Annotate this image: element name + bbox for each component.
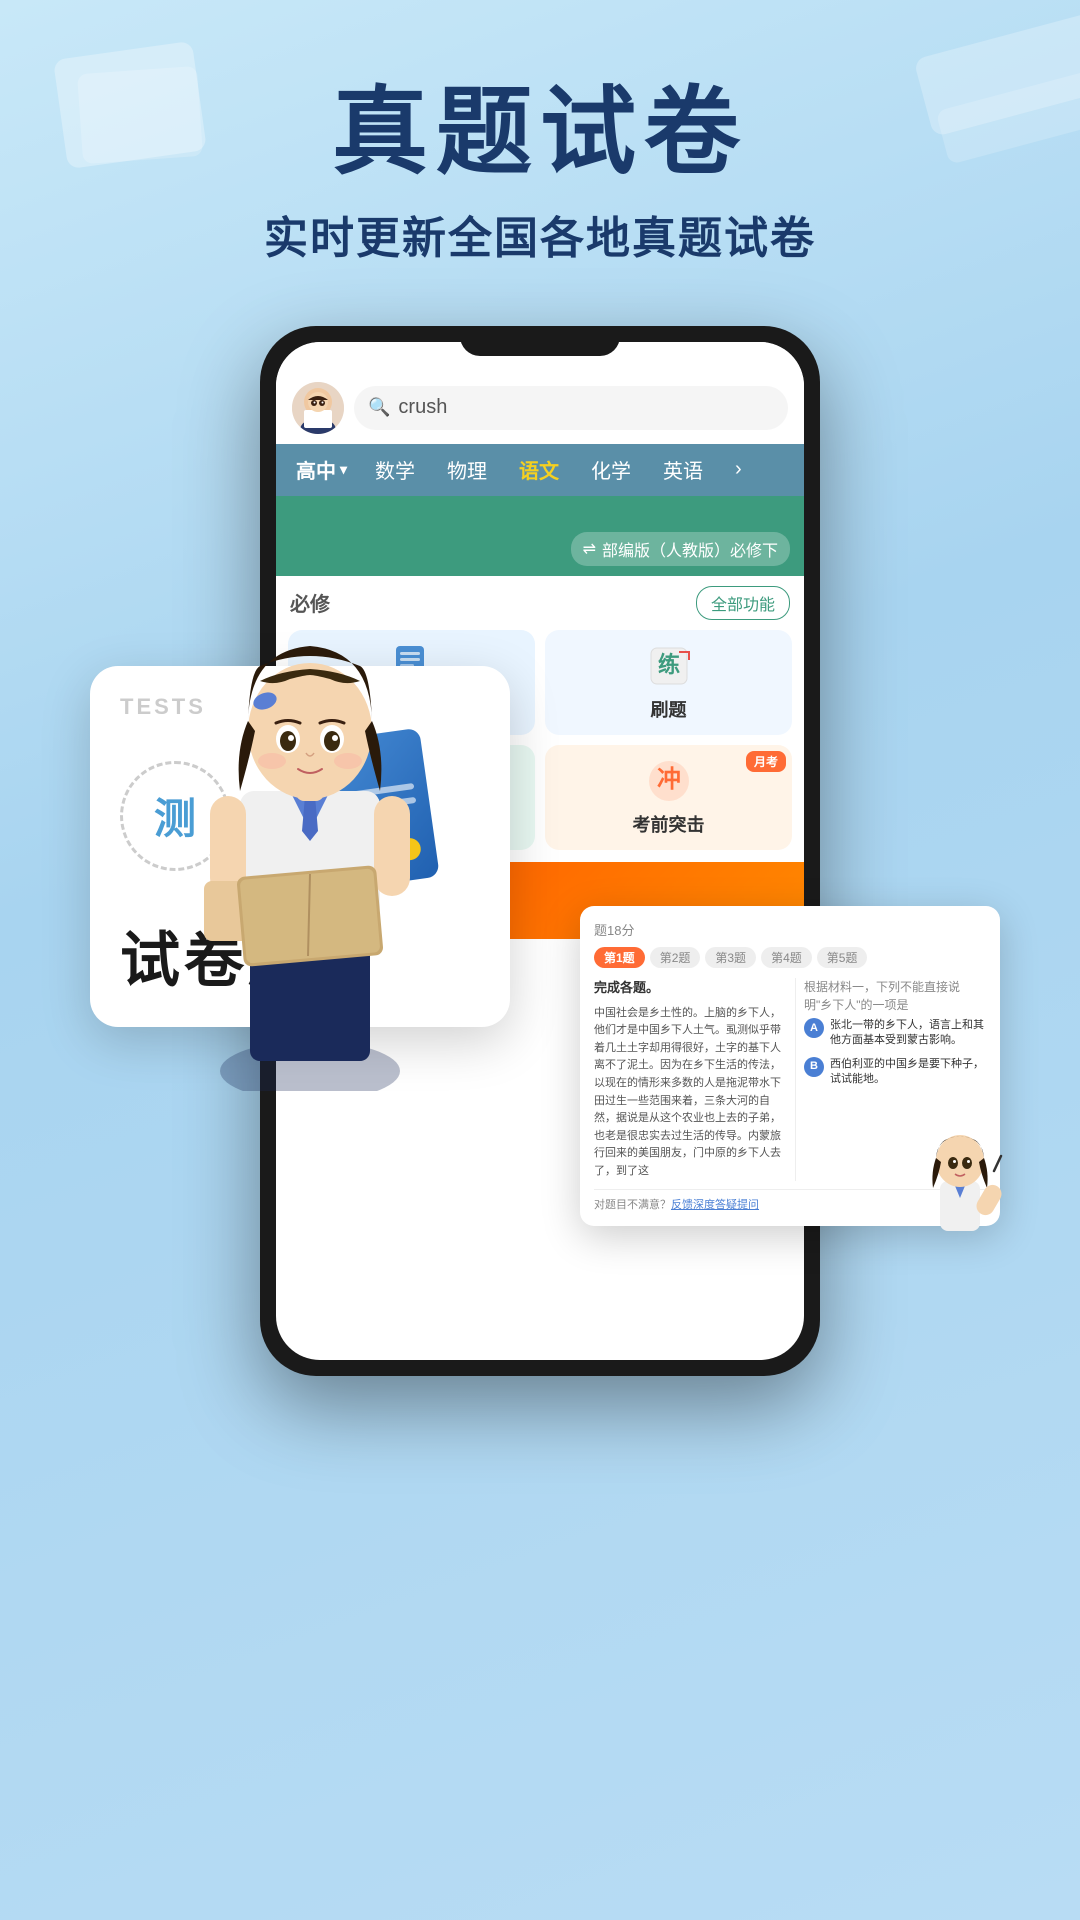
step-4-tab[interactable]: 第4题 xyxy=(761,947,812,968)
step-3-tab[interactable]: 第3题 xyxy=(705,947,756,968)
grade-label: 高中 xyxy=(296,455,336,484)
hero-subtitle: 实时更新全国各地真题试卷 xyxy=(0,202,1080,266)
func-header: 必修 全部功能 xyxy=(276,576,804,630)
answer-a-text: 张北一带的乡下人，语言上和其他方面基本受到蒙古影响。 xyxy=(830,1018,986,1049)
exam-prep-icon: 冲 xyxy=(645,757,693,805)
green-section: ⇌ 部编版（人教版）必修下 xyxy=(276,496,804,576)
svg-text:练: 练 xyxy=(657,652,679,677)
screen-header: 🔍 crush xyxy=(276,342,804,444)
answer-b-row: B 西伯利亚的中国乡是要下种子，试试能地。 xyxy=(804,1057,986,1088)
ce-circle: 测 xyxy=(120,761,230,871)
avatar[interactable] xyxy=(292,382,344,434)
monthly-exam-tag: 月考 xyxy=(746,751,786,772)
book-lines xyxy=(311,783,420,839)
card-main-label: 试卷库 xyxy=(120,912,480,999)
textbook-switch-icon: ⇌ xyxy=(583,539,596,559)
instruction-label: 完成各题。 xyxy=(594,978,785,999)
answer-a-letter: A xyxy=(804,1018,824,1038)
subject-more[interactable]: › xyxy=(719,444,758,496)
search-icon: 🔍 xyxy=(368,397,390,418)
subject-english[interactable]: 英语 xyxy=(647,444,719,496)
exam-prep-label: 考前突击 xyxy=(633,811,705,837)
tests-label: TESTS xyxy=(120,694,480,720)
score-label: 题18分 xyxy=(594,920,634,939)
textbook-badge[interactable]: ⇌ 部编版（人教版）必修下 xyxy=(571,532,790,566)
ce-text: 测 xyxy=(154,785,196,846)
book-dot-2 xyxy=(397,836,422,861)
blue-book xyxy=(290,727,440,894)
passage-text: 中国社会是乡土性的。上脑的乡下人，他们才是中国乡下人土气。虱测似乎带着几土土字却… xyxy=(594,1005,785,1181)
grade-selector[interactable]: 高中 ▾ xyxy=(284,455,359,484)
all-functions-button[interactable]: 全部功能 xyxy=(696,586,790,620)
doc-header: 题18分 xyxy=(594,920,986,939)
exam-prep-card[interactable]: 月考 冲 考前突击 xyxy=(545,745,792,850)
card-book-area: 测 xyxy=(120,736,480,896)
book-visual xyxy=(250,736,430,896)
search-text: crush xyxy=(398,396,447,419)
subject-chemistry[interactable]: 化学 xyxy=(575,444,647,496)
step-tabs: 第1题 第2题 第3题 第4题 第5题 xyxy=(594,947,986,968)
document-overlay: 题18分 第1题 第2题 第3题 第4题 第5题 完成各题。 中国社会是乡土性的… xyxy=(580,906,1000,1226)
subject-nav: 高中 ▾ 数学 物理 语文 化学 英语 › xyxy=(276,444,804,496)
textbook-label: 部编版（人教版）必修下 xyxy=(602,537,778,561)
svg-text:冲: 冲 xyxy=(657,766,681,793)
card-overlay: TESTS 测 试卷库 xyxy=(90,666,510,1027)
hero-section: 真题试卷 实时更新全国各地真题试卷 xyxy=(0,0,1080,296)
phone-notch xyxy=(460,326,620,356)
answer-b-letter: B xyxy=(804,1057,824,1077)
book-dot-1 xyxy=(301,751,326,776)
ai-tutor-character xyxy=(915,1116,1005,1256)
subject-physics[interactable]: 物理 xyxy=(431,444,503,496)
question-label: 根据材料一，下列不能直接说明"乡下人"的一项是 xyxy=(804,978,986,1014)
phone-container: TESTS 测 试卷库 xyxy=(130,326,950,1376)
drill-label: 刷题 xyxy=(651,696,687,722)
hero-title: 真题试卷 xyxy=(0,80,1080,186)
answer-a-row: A 张北一带的乡下人，语言上和其他方面基本受到蒙古影响。 xyxy=(804,1018,986,1049)
grade-chevron-icon: ▾ xyxy=(340,461,347,478)
step-1-tab[interactable]: 第1题 xyxy=(594,947,645,968)
answer-b-text: 西伯利亚的中国乡是要下种子，试试能地。 xyxy=(830,1057,986,1088)
subject-chinese[interactable]: 语文 xyxy=(503,444,575,496)
doc-left-panel: 完成各题。 中国社会是乡土性的。上脑的乡下人，他们才是中国乡下人土气。虱测似乎带… xyxy=(594,978,785,1181)
feedback-link[interactable]: 反馈深度答疑提问 xyxy=(671,1199,759,1211)
subject-math[interactable]: 数学 xyxy=(359,444,431,496)
drill-card[interactable]: 练 刷题 xyxy=(545,630,792,735)
drill-icon: 练 xyxy=(645,642,693,690)
step-2-tab[interactable]: 第2题 xyxy=(650,947,701,968)
search-bar[interactable]: 🔍 crush xyxy=(354,386,788,430)
step-5-tab[interactable]: 第5题 xyxy=(817,947,868,968)
section-title: 必修 xyxy=(290,588,330,617)
